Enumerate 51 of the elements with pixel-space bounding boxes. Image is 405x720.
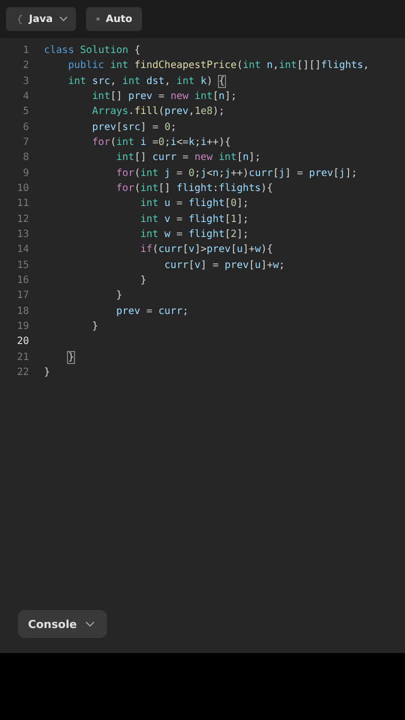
code-line: if(curr[v]>prev[u]+w){	[139, 244, 273, 256]
code-line: prev = curr;	[115, 306, 189, 317]
code-line: prev[src] = 0;	[91, 122, 176, 133]
console-dropdown[interactable]: Console	[18, 610, 107, 638]
line-number: 10	[16, 183, 29, 194]
line-number: 12	[16, 214, 29, 225]
code-line: Arrays.fill(prev,1e8);	[91, 106, 225, 118]
code-line: curr[v] = prev[u]+w;	[163, 260, 285, 271]
code-line: for(int j = 0;j<n;j++)curr[j] = prev[j];	[115, 168, 358, 179]
mode-button[interactable]: Auto	[86, 7, 142, 31]
code-line: int[] curr = new int[n];	[115, 152, 261, 164]
line-number: 16	[16, 275, 29, 286]
line-number: 22	[16, 367, 29, 378]
code-line: }	[91, 321, 98, 332]
code-line: int v = flight[1];	[139, 214, 249, 225]
line-number: 17	[16, 290, 29, 302]
line-number: 18	[16, 306, 29, 317]
line-number: 13	[16, 229, 29, 240]
code-line: }	[67, 352, 74, 363]
code-line: }	[139, 275, 146, 286]
code-line: }	[115, 290, 122, 302]
code-line: for(int[] flight:flights){	[115, 183, 273, 194]
line-number: 2	[22, 60, 29, 72]
line-number: 20	[16, 336, 29, 348]
code-line: int w = flight[2];	[139, 229, 249, 240]
line-number: 11	[16, 198, 29, 210]
line-number: 7	[22, 137, 29, 148]
code-line: for(int i =0;i<=k;i++){	[91, 137, 231, 148]
line-number: 8	[22, 152, 29, 164]
line-number: 6	[22, 122, 29, 133]
code-editor[interactable]	[0, 38, 405, 653]
code-line: int u = flight[0];	[139, 198, 249, 210]
dot-icon	[96, 17, 100, 21]
language-dropdown[interactable]: Java	[6, 7, 76, 31]
line-number: 5	[22, 106, 29, 118]
line-number: 15	[16, 260, 29, 271]
line-number: 19	[16, 321, 29, 332]
line-number: 14	[16, 244, 29, 256]
chevron-down-icon	[58, 16, 68, 22]
code-line: public int findCheapestPrice(int n,int[][]flights,	[67, 60, 370, 72]
chevron-down-icon	[84, 621, 95, 627]
line-number: 1	[22, 45, 29, 56]
code-line: int[] prev = new int[n];	[91, 91, 237, 102]
code-line: class Solution {	[44, 45, 140, 56]
line-number: 4	[22, 91, 29, 102]
code-line: int src, int dst, int k) {	[67, 76, 225, 87]
line-number: 9	[22, 168, 29, 179]
line-number: 21	[16, 352, 29, 363]
bracket-icon	[18, 14, 23, 24]
line-number: 3	[22, 76, 29, 87]
code-line: }	[44, 367, 50, 378]
